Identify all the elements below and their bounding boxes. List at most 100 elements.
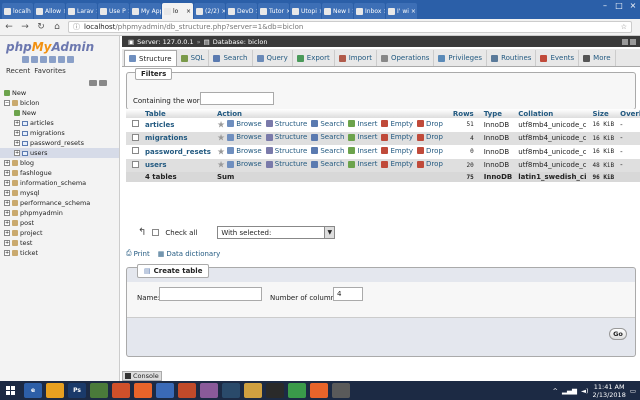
tab-favorites[interactable]: Favorites — [34, 67, 66, 75]
tree-item-blog[interactable]: + blog — [0, 158, 119, 168]
row-size[interactable]: 16 KiB — [586, 118, 615, 132]
search-action[interactable]: Search — [311, 147, 344, 155]
browser-tab[interactable]: My Applic × — [130, 3, 161, 19]
browser-tab[interactable]: Larav× — [66, 3, 97, 19]
expand-icon[interactable]: + — [4, 220, 10, 226]
taskbar-app-icon[interactable] — [46, 383, 64, 398]
row-size[interactable]: 16 KiB — [586, 145, 615, 159]
structure-action[interactable]: Structure — [265, 147, 307, 155]
home-icon[interactable]: ⌂ — [52, 22, 62, 32]
empty-action[interactable]: Empty — [381, 147, 413, 155]
tree-item-post[interactable]: + post — [0, 218, 119, 228]
table-name-input[interactable] — [159, 287, 262, 301]
notifications-icon[interactable]: ▭ — [630, 387, 636, 395]
with-selected-select[interactable]: With selected: ▼ — [217, 226, 336, 239]
browser-tab[interactable]: Allow× — [34, 3, 65, 19]
taskbar-app-icon[interactable] — [200, 383, 218, 398]
browser-tab[interactable]: Tutor × — [258, 3, 289, 19]
expand-icon[interactable]: + — [4, 230, 10, 236]
search-action[interactable]: Search — [311, 120, 344, 128]
favorite-star-icon[interactable]: ★ — [217, 134, 225, 144]
header-size[interactable]: Size — [586, 109, 615, 118]
insert-action[interactable]: Insert — [348, 120, 377, 128]
data-dictionary-link[interactable]: ▦ Data dictionary — [158, 249, 221, 258]
minimize-icon[interactable]: – — [598, 0, 612, 12]
taskbar-app-icon[interactable]: Ps — [68, 383, 86, 398]
phpmyadmin-logo[interactable]: phpMyAdmin — [6, 40, 94, 54]
filter-input[interactable] — [200, 92, 274, 105]
tab-search[interactable]: Search — [209, 50, 253, 66]
favorite-star-icon[interactable]: ★ — [217, 120, 225, 130]
table-name-link[interactable]: migrations — [139, 131, 211, 145]
expand-icon[interactable]: + — [4, 240, 10, 246]
volume-icon[interactable]: ◄) — [581, 387, 589, 395]
home-nav-icon[interactable] — [22, 56, 29, 63]
browser-tab[interactable]: New I× — [322, 3, 353, 19]
tree-item-password-resets[interactable]: + password_resets — [0, 138, 119, 148]
tab-operations[interactable]: Operations — [377, 50, 435, 66]
tab-close-icon[interactable]: × — [128, 8, 129, 15]
taskbar-app-icon[interactable] — [156, 383, 174, 398]
tree-item-mysql[interactable]: + mysql — [0, 188, 119, 198]
taskbar-app-icon[interactable] — [222, 383, 240, 398]
favorite-star-icon[interactable]: ★ — [217, 161, 225, 171]
browse-action[interactable]: Browse — [227, 147, 262, 155]
expand-icon[interactable]: + — [4, 160, 10, 166]
tree-item-fashlogue[interactable]: + fashlogue — [0, 168, 119, 178]
structure-action[interactable]: Structure — [265, 160, 307, 168]
browser-tab[interactable]: lo × — [162, 3, 193, 19]
header-overhead[interactable]: Overhead — [614, 109, 640, 118]
back-icon[interactable]: ← — [4, 22, 14, 32]
drop-action[interactable]: Drop — [417, 147, 443, 155]
row-checkbox[interactable] — [132, 120, 139, 128]
settings-small-icon[interactable] — [622, 38, 628, 45]
expand-icon[interactable]: + — [4, 200, 10, 206]
taskbar-app-icon[interactable] — [244, 383, 262, 398]
expand-icon[interactable]: + — [4, 190, 10, 196]
refresh-nav-icon[interactable] — [67, 56, 74, 63]
taskbar-app-icon[interactable] — [310, 383, 328, 398]
close-window-icon[interactable]: × — [626, 0, 640, 12]
table-name-link[interactable]: articles — [139, 118, 211, 132]
row-checkbox[interactable] — [132, 160, 139, 168]
tray-chevron-icon[interactable]: ^ — [553, 387, 558, 395]
maximize-icon[interactable]: □ — [612, 0, 626, 12]
drop-action[interactable]: Drop — [417, 120, 443, 128]
tree-item-project[interactable]: + project — [0, 228, 119, 238]
row-checkbox[interactable] — [132, 147, 139, 155]
collapse-all-icon[interactable] — [89, 80, 97, 86]
header-rows[interactable]: Rows — [446, 109, 478, 118]
empty-action[interactable]: Empty — [381, 120, 413, 128]
bookmark-star-icon[interactable]: ☆ — [621, 23, 627, 31]
tab-recent[interactable]: Recent — [6, 67, 30, 75]
tree-item-biclon[interactable]: − biclon — [0, 98, 119, 108]
tab-export[interactable]: Export — [293, 50, 335, 66]
tree-item-users[interactable]: + users — [0, 148, 119, 158]
row-size[interactable]: 16 KiB — [586, 131, 615, 145]
tab-close-icon[interactable]: × — [352, 8, 353, 15]
insert-action[interactable]: Insert — [348, 133, 377, 141]
browse-action[interactable]: Browse — [227, 160, 262, 168]
settings-icon[interactable] — [58, 56, 65, 63]
expand-icon[interactable]: − — [4, 100, 10, 106]
help-icon[interactable] — [40, 56, 47, 63]
taskbar-app-icon[interactable] — [332, 383, 350, 398]
browser-tab[interactable]: Utopi× — [290, 3, 321, 19]
taskbar-app-icon[interactable] — [178, 383, 196, 398]
taskbar-app-icon[interactable] — [266, 383, 284, 398]
check-all-label[interactable]: Check all — [165, 229, 197, 237]
taskbar-app-icon[interactable] — [134, 383, 152, 398]
logout-icon[interactable] — [31, 56, 38, 63]
header-collation[interactable]: Collation — [512, 109, 587, 118]
columns-stepper[interactable]: 4 — [333, 287, 363, 301]
tab-close-icon[interactable]: × — [383, 8, 385, 15]
go-button[interactable]: Go — [609, 328, 627, 340]
expand-icon[interactable]: + — [4, 180, 10, 186]
browser-tab[interactable]: DevD× — [226, 3, 257, 19]
tab-close-icon[interactable]: × — [319, 8, 321, 15]
taskbar-app-icon[interactable]: e — [24, 383, 42, 398]
tab-query[interactable]: Query — [253, 50, 293, 66]
docs-icon[interactable] — [49, 56, 56, 63]
tab-close-icon[interactable]: × — [255, 8, 257, 15]
header-type[interactable]: Type — [477, 109, 513, 118]
